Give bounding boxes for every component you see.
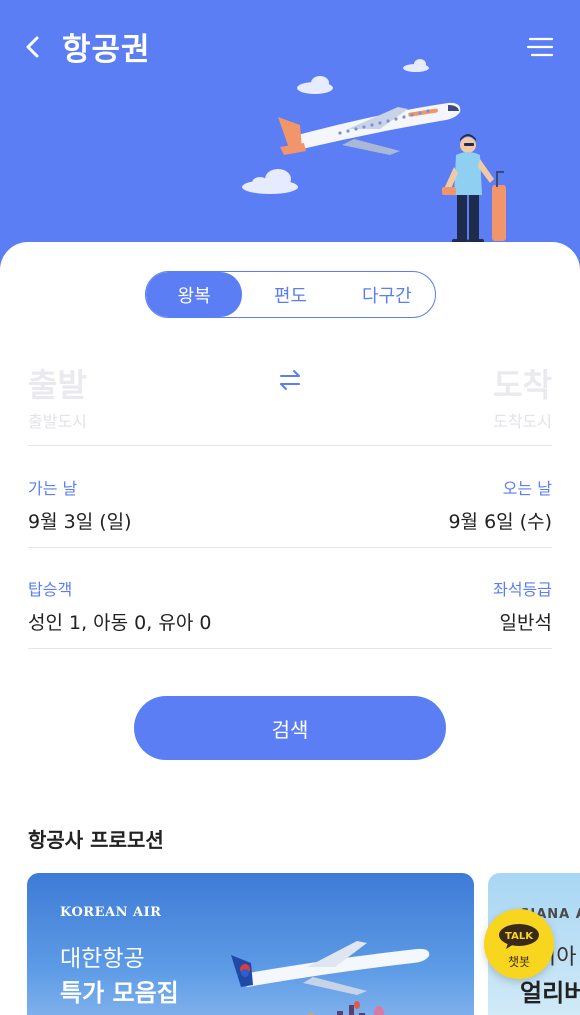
airline-logo: KOREAN AIR — [60, 905, 162, 920]
divider — [28, 648, 552, 649]
return-date-value[interactable]: 9월 6일 (수) — [448, 507, 552, 534]
depart-date-label: 가는 날 — [28, 479, 78, 498]
promotions-title: 항공사 프로모션 — [28, 828, 164, 852]
passengers-label: 탑승객 — [28, 580, 73, 599]
chatbot-button[interactable]: TALK 챗봇 — [484, 909, 554, 979]
promo-card-subtitle: 특가 모음집 — [60, 979, 179, 1007]
airplane-illustration — [231, 941, 430, 1015]
back-button[interactable] — [20, 30, 50, 64]
arrival-field[interactable]: 도착 — [493, 360, 552, 406]
swap-arrows-icon — [280, 370, 300, 390]
promo-card-title: 대한항공 — [60, 946, 145, 972]
arrival-placeholder: 도착도시 — [493, 412, 552, 431]
tab-round-trip[interactable]: 왕복 — [146, 272, 243, 317]
departure-field[interactable]: 출발 — [28, 360, 87, 406]
seat-class-value[interactable]: 일반석 — [500, 608, 552, 635]
swap-route-button[interactable] — [276, 366, 304, 394]
departure-placeholder: 출발도시 — [28, 412, 87, 431]
tab-multi-city[interactable]: 다구간 — [339, 272, 435, 317]
trip-type-tabs: 왕복 편도 다구간 — [145, 271, 436, 318]
promo-card-subtitle: 얼리버 — [520, 979, 580, 1007]
chatbot-label: 챗봇 — [507, 955, 531, 969]
depart-date-value[interactable]: 9월 3일 (일) — [28, 507, 132, 534]
seat-class-label: 좌석등급 — [493, 580, 552, 599]
talk-bubble-icon: TALK — [499, 924, 539, 949]
chevron-left-icon — [26, 36, 39, 58]
divider — [28, 445, 552, 446]
talk-bubble-text: TALK — [505, 931, 534, 942]
search-button[interactable]: 검색 — [134, 696, 446, 760]
page-title: 항공권 — [62, 32, 151, 68]
passengers-value[interactable]: 성인 1, 아동 0, 유아 0 — [28, 608, 211, 635]
divider — [28, 547, 552, 548]
airplane-illustration — [242, 59, 506, 243]
promo-card-korean-air[interactable]: KOREAN AIR 대한항공 특가 모음집 — [27, 873, 474, 1015]
tab-one-way[interactable]: 편도 — [242, 272, 338, 317]
return-date-label: 오는 날 — [502, 479, 552, 498]
